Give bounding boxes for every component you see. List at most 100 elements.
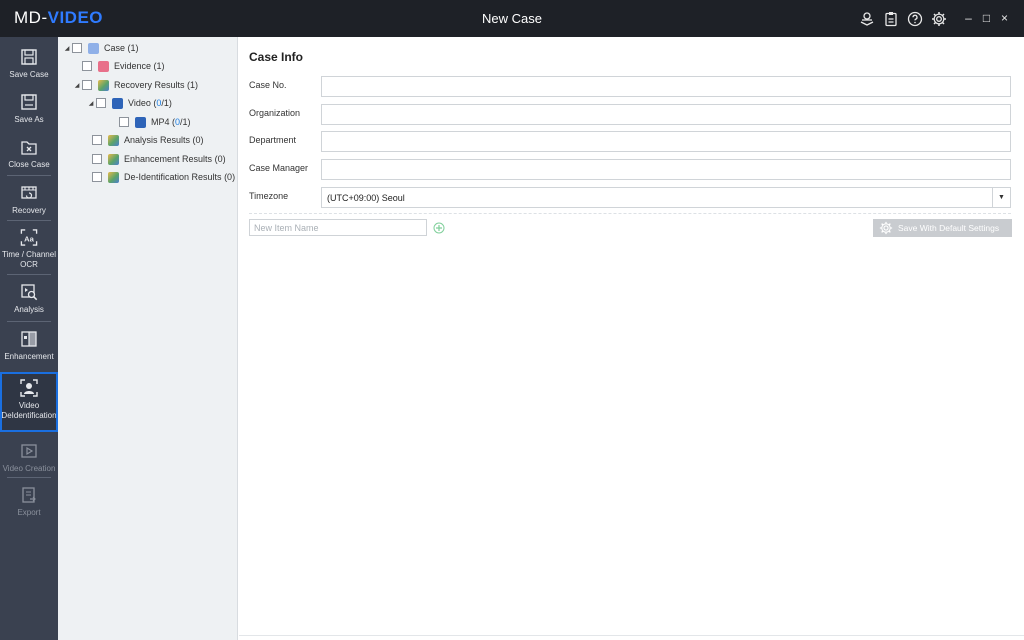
video-creation-button[interactable]: Video Creation xyxy=(0,435,58,475)
nav-divider xyxy=(7,321,51,322)
tree-label: Recovery Results xyxy=(114,80,185,90)
time-channel-ocr-button[interactable]: Aa Time / Channel OCR xyxy=(0,222,58,270)
export-button[interactable]: Export xyxy=(0,479,58,519)
case-icon xyxy=(88,42,99,54)
enhancement-button[interactable]: Enhancement xyxy=(0,323,58,365)
nav-label: Export xyxy=(17,508,41,517)
close-window-button[interactable]: × xyxy=(999,10,1010,26)
case-manager-row: Case Manager xyxy=(249,159,1011,180)
add-item-icon[interactable] xyxy=(433,222,445,234)
tree-count: (0) xyxy=(192,135,204,145)
svg-text:Aa: Aa xyxy=(24,234,34,243)
save-icon xyxy=(21,49,37,65)
organization-field[interactable] xyxy=(321,104,1011,125)
nav-divider xyxy=(7,477,51,478)
tree-item-deidentification-results[interactable]: De-Identification Results (0) xyxy=(92,169,235,185)
timezone-select[interactable]: (UTC+09:00) Seoul ▼ xyxy=(321,187,1011,208)
ocr-icon: Aa xyxy=(20,229,38,246)
save-case-button[interactable]: Save Case xyxy=(0,41,58,81)
help-icon[interactable] xyxy=(905,9,924,28)
enhancement-icon xyxy=(21,331,37,347)
save-with-default-settings-button[interactable]: Save With Default Settings xyxy=(873,219,1012,237)
tree-count: (1) xyxy=(153,61,165,71)
expand-arrow-icon[interactable]: ◢ xyxy=(62,45,72,52)
tree-checkbox[interactable] xyxy=(92,172,102,182)
tree-checkbox[interactable] xyxy=(72,43,82,53)
organization-row: Organization xyxy=(249,104,1011,125)
nav-label: Video DeIdentification xyxy=(1,401,57,420)
page-title: Case Info xyxy=(249,50,304,64)
case-manager-field[interactable] xyxy=(321,159,1011,180)
field-label: Department xyxy=(249,135,297,145)
clipboard-icon[interactable] xyxy=(881,9,900,28)
analysis-icon xyxy=(21,284,38,301)
save-as-button[interactable]: Save As xyxy=(0,86,58,126)
tree-count: (1) xyxy=(187,80,199,90)
tree-checkbox[interactable] xyxy=(96,98,106,108)
divider xyxy=(249,213,1011,214)
side-navigation: Save Case Save As Close Case Recovery Aa… xyxy=(0,37,58,640)
tree-item-enhancement-results[interactable]: Enhancement Results (0) xyxy=(92,151,226,167)
tree-checkbox[interactable] xyxy=(119,117,129,127)
tree-item-analysis-results[interactable]: Analysis Results (0) xyxy=(92,132,204,148)
tree-checkbox[interactable] xyxy=(92,154,102,164)
nav-divider xyxy=(7,220,51,221)
tree-count: (0) xyxy=(224,172,236,182)
tree-count: (1) xyxy=(127,43,139,53)
timezone-row: Timezone (UTC+09:00) Seoul ▼ xyxy=(249,187,1011,208)
tree-item-case[interactable]: ◢ Case (1) xyxy=(62,40,139,56)
case-info-panel: Case Info Case No. Organization Departme… xyxy=(239,37,1024,640)
department-row: Department xyxy=(249,131,1011,152)
button-label: Save With Default Settings xyxy=(898,223,1000,233)
case-tree-panel: ◢ Case (1) Evidence (1) ◢ Recovery Resul… xyxy=(58,37,238,640)
expand-arrow-icon[interactable]: ◢ xyxy=(72,82,82,89)
department-field[interactable] xyxy=(321,131,1011,152)
field-label: Case Manager xyxy=(249,163,309,173)
close-case-icon xyxy=(21,141,37,155)
results-icon xyxy=(108,171,119,183)
case-no-field[interactable] xyxy=(321,76,1011,97)
analysis-button[interactable]: Analysis xyxy=(0,276,58,316)
nav-label: Save As xyxy=(14,115,44,124)
tree-label: Video xyxy=(128,98,151,108)
tree-item-evidence[interactable]: Evidence (1) xyxy=(82,58,165,74)
tree-label: Case xyxy=(104,43,126,53)
nav-label: Enhancement xyxy=(4,352,54,361)
nav-label: Time / Channel OCR xyxy=(2,250,56,269)
deidentification-icon xyxy=(20,379,38,397)
close-case-button[interactable]: Close Case xyxy=(0,131,58,171)
results-icon xyxy=(108,153,119,165)
tree-label: Analysis Results xyxy=(124,135,191,145)
video-deidentification-button[interactable]: Video DeIdentification xyxy=(0,372,58,432)
recovery-icon xyxy=(21,186,37,199)
minimize-button[interactable]: – xyxy=(963,10,974,26)
video-folder-icon xyxy=(112,97,123,109)
export-icon xyxy=(22,487,36,503)
save-as-icon xyxy=(21,94,37,110)
upload-case-icon[interactable] xyxy=(857,9,876,28)
tree-item-video[interactable]: ◢ Video (0/1) xyxy=(86,95,172,111)
recovery-button[interactable]: Recovery xyxy=(0,177,58,217)
tree-item-mp4[interactable]: MP4 (0/1) xyxy=(119,114,191,130)
field-label: Organization xyxy=(249,108,301,118)
case-no-row: Case No. xyxy=(249,76,1011,97)
nav-divider xyxy=(7,175,51,176)
new-item-name-input[interactable] xyxy=(249,219,427,236)
maximize-button[interactable]: □ xyxy=(981,10,992,26)
expand-arrow-icon[interactable]: ◢ xyxy=(86,100,96,107)
video-file-icon xyxy=(135,116,146,128)
tree-count-close: /1) xyxy=(180,117,191,127)
settings-icon[interactable] xyxy=(929,9,948,28)
results-icon xyxy=(108,134,119,146)
tree-checkbox[interactable] xyxy=(82,80,92,90)
nav-label: Analysis xyxy=(14,305,44,314)
nav-label: Save Case xyxy=(9,70,49,79)
panel-bottom-border xyxy=(239,635,1024,636)
tree-item-recovery-results[interactable]: ◢ Recovery Results (1) xyxy=(72,77,198,93)
field-label: Timezone xyxy=(249,191,289,201)
nav-label: Video Creation xyxy=(2,464,56,473)
nav-divider xyxy=(7,274,51,275)
tree-checkbox[interactable] xyxy=(92,135,102,145)
chevron-down-icon[interactable]: ▼ xyxy=(992,188,1010,207)
tree-checkbox[interactable] xyxy=(82,61,92,71)
